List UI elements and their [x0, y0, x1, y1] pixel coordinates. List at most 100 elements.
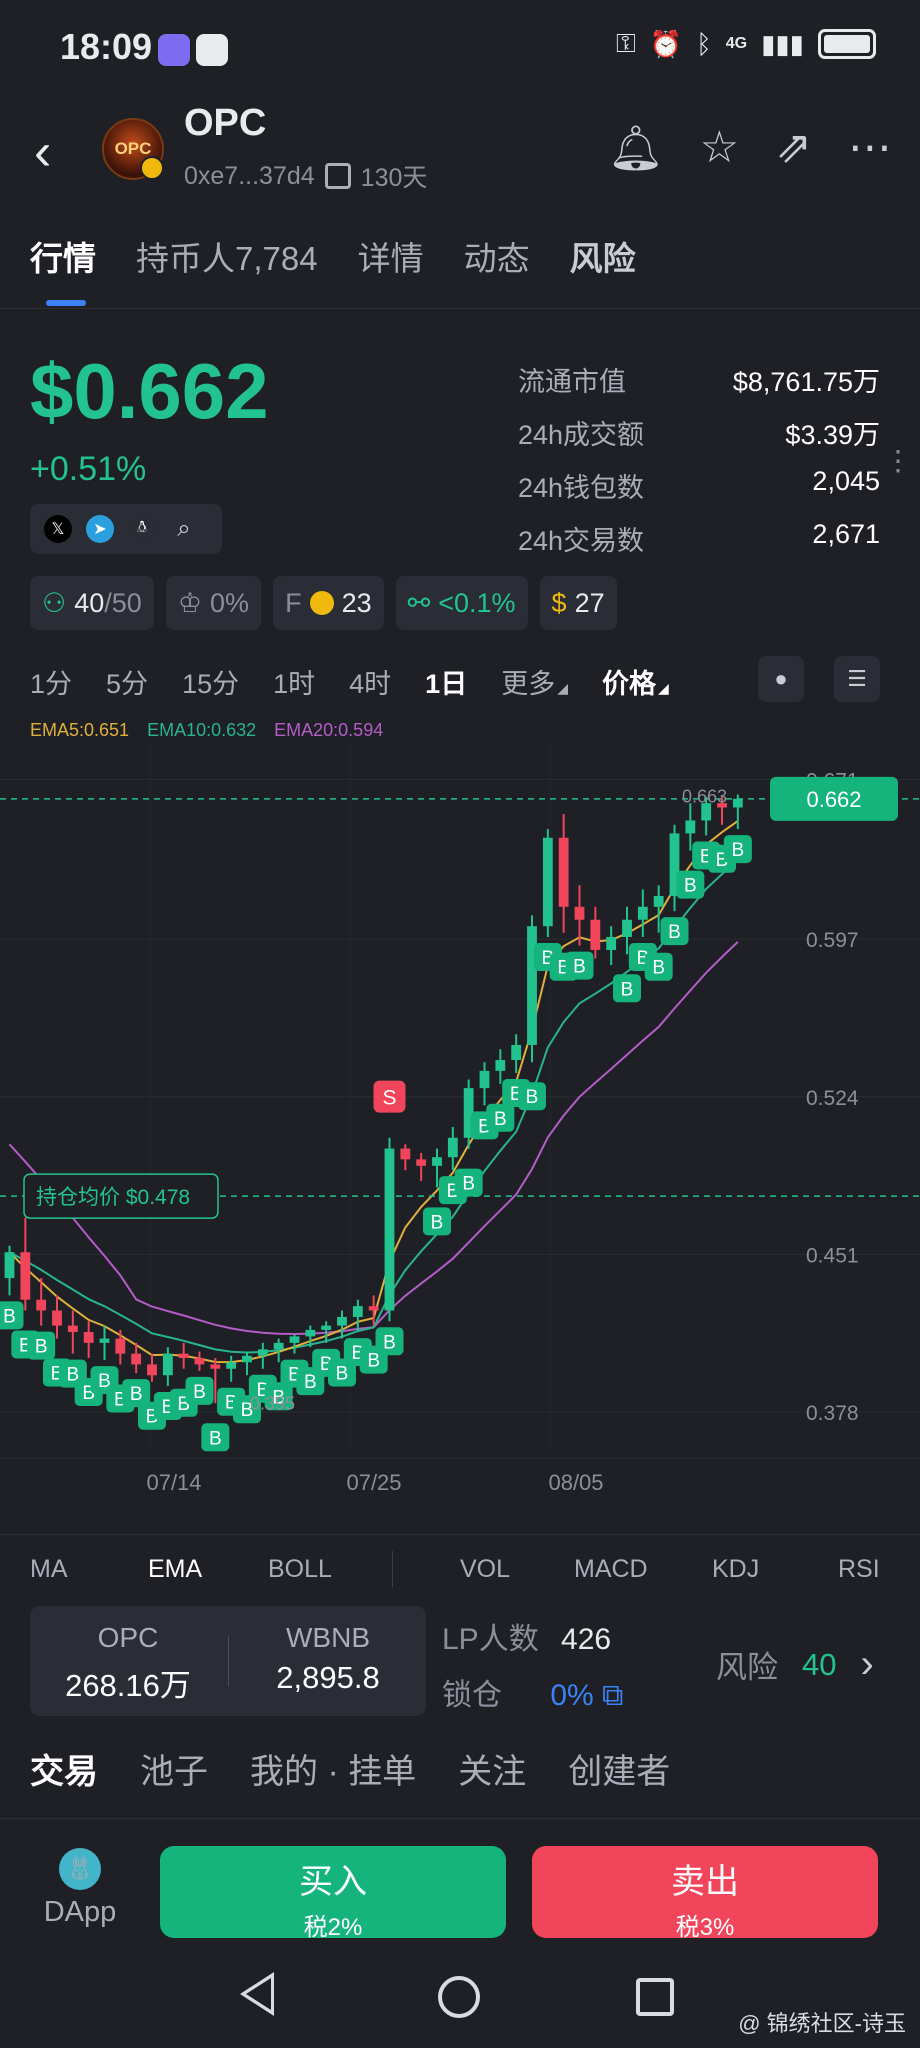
tab-details[interactable]: 详情 [358, 232, 424, 280]
divider [392, 1551, 393, 1587]
x-tick-label: 08/05 [548, 1470, 603, 1495]
tab-trades[interactable]: 交易 [30, 1744, 98, 1793]
interval-1h[interactable]: 1时 [273, 662, 315, 701]
divider [0, 308, 920, 309]
sell-button[interactable]: 卖出 税3% [532, 1846, 878, 1941]
y-tick-label: 0.597 [806, 929, 859, 952]
buy-button[interactable]: 买入 税2% [160, 1846, 506, 1941]
token-name: OPC [184, 102, 267, 144]
tab-holders[interactable]: 持币人7,784 [136, 232, 318, 280]
indicator-ma[interactable]: MA [30, 1555, 68, 1584]
ema5-label: EMA5:0.651 [30, 720, 130, 740]
candle-body [685, 820, 696, 834]
buy-marker-label: B [652, 958, 665, 979]
interval-1d[interactable]: 1日 [425, 662, 467, 701]
buy-marker-label: B [526, 1087, 539, 1108]
drawing-tool-icon[interactable]: ● [758, 656, 804, 702]
more-icon[interactable]: ⋯ [848, 122, 892, 174]
pool-card[interactable]: OPC 268.16万 WBNB 2,895.8 [30, 1606, 426, 1716]
price-chart[interactable]: 0.6710.5970.5240.4510.37807/1407/2508/05… [0, 740, 920, 1500]
dropdown-triangle-icon: ◢ [657, 680, 669, 696]
stats-more-icon[interactable]: ⋮ [884, 444, 912, 477]
candle-body [83, 1332, 94, 1343]
candle-body [432, 1157, 442, 1166]
indicator-rsi[interactable]: RSI [838, 1555, 880, 1584]
candle-body [368, 1306, 379, 1311]
stat-row: 24h成交额 $3.39万 [518, 420, 880, 450]
lock-info: 锁仓 0% ⧉ [442, 1679, 624, 1712]
candle-body [527, 926, 537, 1045]
nav-recents-icon[interactable] [636, 1978, 674, 2016]
candle-body [67, 1325, 78, 1333]
candle-body [4, 1252, 15, 1279]
f-chip[interactable]: F 23 [273, 576, 384, 630]
bag-chip[interactable]: $ 27 [539, 576, 617, 630]
tab-pools[interactable]: 池子 [140, 1744, 208, 1793]
interval-4h[interactable]: 4时 [349, 662, 391, 701]
candle-body [99, 1338, 110, 1343]
avg-cost-label: 持仓均价 $0.478 [36, 1186, 190, 1209]
telegram-icon[interactable]: ➤ [86, 515, 114, 543]
buy-marker-label: B [731, 840, 744, 861]
candle-body [495, 1060, 506, 1071]
x-twitter-icon[interactable]: 𝕏 [44, 515, 72, 543]
indicator-vol[interactable]: VOL [460, 1555, 510, 1584]
candle-body [115, 1338, 126, 1354]
copy-icon[interactable] [324, 163, 351, 189]
qq-icon[interactable]: 🐧︎ [128, 515, 156, 543]
external-link-icon[interactable]: ⧉ [602, 1679, 623, 1712]
stat-row: 24h交易数 2,671 [518, 519, 880, 556]
social-links: 𝕏 ➤ 🐧︎ ⌕ [30, 504, 222, 554]
indicator-ema[interactable]: EMA [148, 1555, 202, 1584]
candle-body [400, 1148, 411, 1160]
candle-body [210, 1364, 221, 1369]
tab-activity[interactable]: 动态 [464, 232, 530, 280]
interval-1m[interactable]: 1分 [30, 662, 72, 701]
token-age: 130天 [360, 164, 428, 192]
holders-chip[interactable]: ⚇ 40/50 [30, 576, 154, 630]
candle-body [384, 1148, 395, 1311]
indicator-boll[interactable]: BOLL [268, 1555, 332, 1584]
tab-risk[interactable]: 风险 [570, 232, 636, 280]
buy-marker-label: B [573, 957, 586, 978]
candle-body [352, 1306, 363, 1317]
candle-body [321, 1325, 332, 1330]
risk-link[interactable]: 风险 40 › [716, 1642, 874, 1687]
candle-body [416, 1159, 427, 1166]
metric-chips: ⚇ 40/50 ♔ 0% F 23 ⚯ <0.1% $ 27 [30, 576, 617, 630]
dev-chip[interactable]: ⚯ <0.1% [395, 576, 528, 630]
current-price: $0.662 [30, 347, 269, 435]
candle-body [447, 1137, 458, 1158]
indicator-kdj[interactable]: KDJ [712, 1555, 759, 1584]
top-holders-chip[interactable]: ♔ 0% [165, 576, 262, 630]
candle-body [590, 919, 601, 950]
tab-market[interactable]: 行情 [30, 232, 96, 280]
star-icon[interactable]: ☆ [700, 122, 739, 174]
candle-body [178, 1353, 189, 1358]
y-tick-label: 0.378 [806, 1402, 859, 1425]
alarm-icon: ⏰ [649, 28, 683, 59]
tab-creator[interactable]: 创建者 [568, 1744, 670, 1793]
tab-follow[interactable]: 关注 [458, 1744, 526, 1793]
interval-5m[interactable]: 5分 [106, 662, 148, 701]
candle-body [606, 937, 617, 950]
nav-home-icon[interactable] [438, 1976, 480, 2018]
indicator-macd[interactable]: MACD [574, 1555, 648, 1584]
candle-body [162, 1353, 173, 1376]
tab-my-orders[interactable]: 我的 · 挂单 [250, 1744, 416, 1793]
network-label: 4G [725, 35, 748, 52]
share-icon[interactable]: ⇗ [775, 122, 812, 174]
chart-settings-icon[interactable]: ☰ [834, 656, 880, 702]
dapp-button[interactable]: 🐰︎ DApp [40, 1848, 120, 1929]
back-button[interactable]: ‹ [34, 122, 51, 182]
interval-15m[interactable]: 15分 [182, 662, 239, 701]
candle-body [289, 1336, 300, 1343]
bell-icon[interactable]: 🔔︎ [608, 122, 664, 174]
search-icon[interactable]: ⌕ [170, 515, 198, 543]
token-meta: 0xe7...37d4 130天 [184, 158, 427, 194]
interval-more[interactable]: 更多 ◢ [501, 662, 568, 701]
y-tick-label: 0.524 [806, 1087, 859, 1110]
buy-marker-label: B [35, 1337, 48, 1358]
price-type-select[interactable]: 价格 ◢ [602, 662, 669, 701]
candle-body [479, 1070, 490, 1089]
